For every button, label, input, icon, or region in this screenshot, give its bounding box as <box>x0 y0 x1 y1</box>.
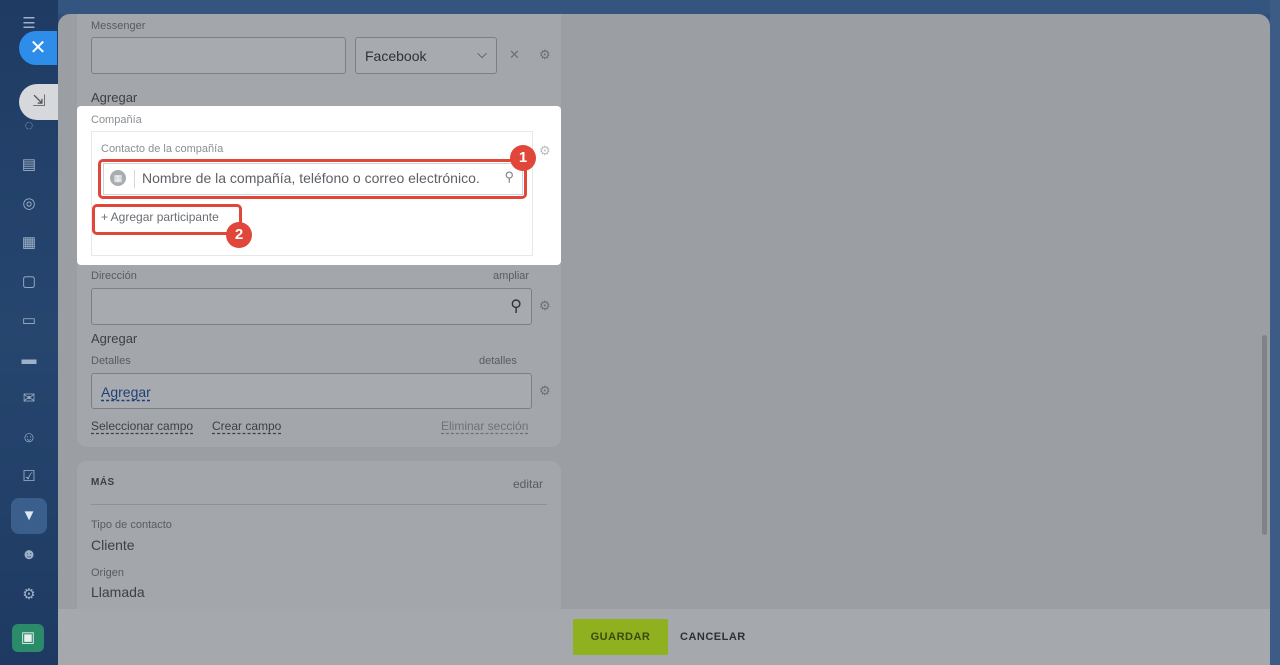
cancel-button[interactable]: CANCELAR <box>680 619 746 655</box>
robot-icon[interactable]: ☻ <box>19 545 39 565</box>
address-expand-link[interactable]: ampliar <box>493 270 529 282</box>
annotation-frame-1 <box>98 159 527 199</box>
annotation-badge-1: 1 <box>510 145 536 171</box>
contact-type-value: Cliente <box>91 537 135 553</box>
messenger-type-select[interactable]: Facebook ⌵ <box>355 37 497 74</box>
presentation-icon[interactable]: ▭ <box>19 311 39 331</box>
chevron-down-icon: ⌵ <box>477 46 487 61</box>
mail-icon[interactable]: ✉ <box>19 389 39 409</box>
scrollbar[interactable] <box>1262 335 1267 535</box>
annotation-badge-2: 2 <box>226 222 252 248</box>
create-field-link[interactable]: Crear campo <box>212 419 281 433</box>
address-gear-icon[interactable]: ⚙ <box>539 298 551 314</box>
more-divider <box>91 504 547 505</box>
right-edge <box>1270 0 1280 665</box>
crm-funnel-icon[interactable]: ▼ <box>19 506 39 526</box>
delete-section-link[interactable]: Eliminar sección <box>441 419 528 433</box>
source-label: Origen <box>91 567 125 579</box>
messenger-input[interactable] <box>91 37 346 74</box>
messenger-label: Messenger <box>91 20 146 32</box>
details-gear-icon[interactable]: ⚙ <box>539 383 551 399</box>
top-strip <box>58 0 1280 14</box>
company-contact-label: Contacto de la compañía <box>101 143 224 155</box>
gear-icon[interactable]: ⚙ <box>539 47 551 63</box>
more-edit-link[interactable]: editar <box>513 477 543 491</box>
document-icon[interactable]: ▢ <box>19 272 39 292</box>
settings-icon[interactable]: ⚙ <box>19 585 39 605</box>
details-link[interactable]: detalles <box>479 355 517 367</box>
messenger-type-value: Facebook <box>365 48 427 64</box>
close-slider-button[interactable]: ✕ <box>19 31 57 65</box>
contact-type-label: Tipo de contacto <box>91 519 172 531</box>
save-button[interactable]: GUARDAR <box>573 619 668 655</box>
more-section-card <box>77 461 561 631</box>
select-field-link[interactable]: Seleccionar campo <box>91 419 193 433</box>
tasks-icon[interactable]: ☑ <box>19 467 39 487</box>
messenger-add-link[interactable]: Agregar <box>91 90 137 105</box>
feed-icon[interactable]: ▤ <box>19 155 39 175</box>
printer-icon: ▣ <box>20 629 36 646</box>
target-icon[interactable]: ◎ <box>19 194 39 214</box>
details-label: Detalles <box>91 355 131 367</box>
address-input[interactable]: ⚲ <box>91 288 532 325</box>
remove-icon[interactable]: ✕ <box>509 47 520 63</box>
address-add-link[interactable]: Agregar <box>91 331 137 346</box>
source-value: Llamada <box>91 584 145 600</box>
annotation-frame-2 <box>92 204 242 235</box>
address-label: Dirección <box>91 270 137 282</box>
company-gear-icon[interactable]: ⚙ <box>539 143 551 159</box>
card-icon[interactable]: ▬ <box>19 350 39 370</box>
details-field[interactable]: Agregar <box>91 373 532 409</box>
minimize-slider-button[interactable]: ⇲ <box>19 84 59 120</box>
address-search-icon[interactable]: ⚲ <box>510 296 522 316</box>
company-section-label: Compañía <box>91 114 142 126</box>
more-section-title: MÁS <box>91 477 115 488</box>
details-add-link[interactable]: Agregar <box>101 384 151 400</box>
contacts-icon[interactable]: ☺ <box>19 428 39 448</box>
calendar-icon[interactable]: ▦ <box>19 233 39 253</box>
